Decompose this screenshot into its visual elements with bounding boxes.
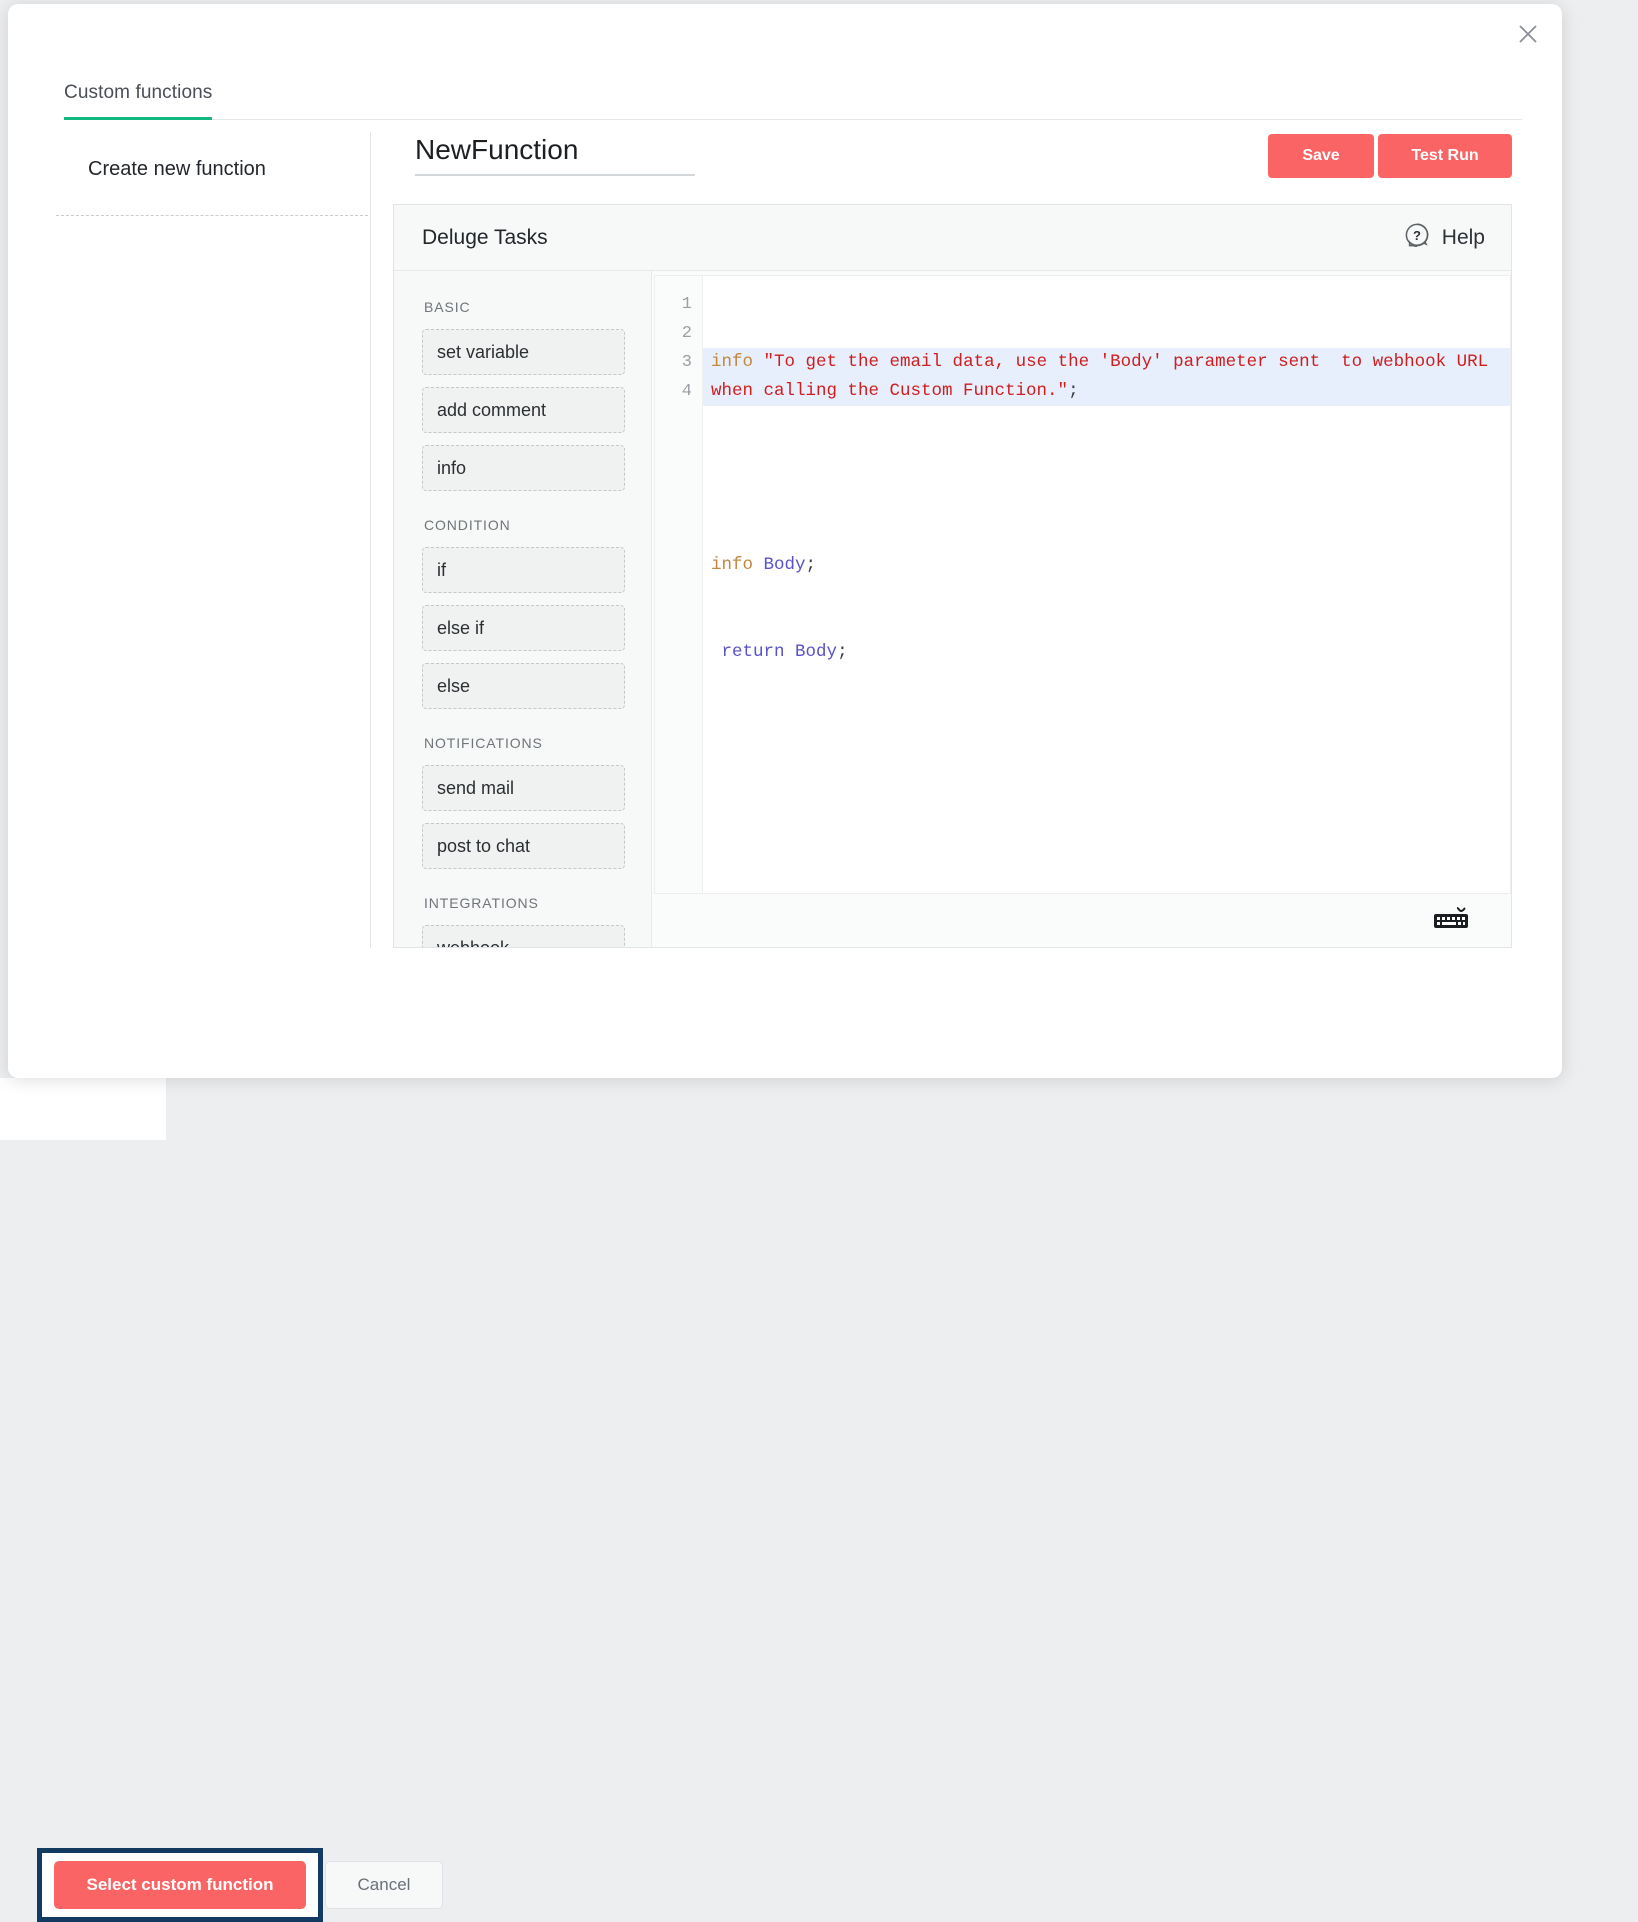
function-editor-panel: Save Test Run Deluge Tasks ? Help	[370, 132, 1522, 948]
code-token-semicolon: ;	[1068, 381, 1079, 401]
create-new-function-item[interactable]: Create new function	[88, 158, 266, 181]
code-token-semicolon: ;	[837, 642, 848, 662]
select-custom-function-highlight: Select custom function	[37, 1848, 323, 1922]
line-number: 4	[655, 377, 692, 406]
task-chip-else[interactable]: else	[422, 663, 625, 709]
code-line-3[interactable]: info Body;	[703, 551, 1510, 580]
line-number: 2	[655, 319, 692, 348]
task-chip-webhook[interactable]: webhook	[422, 925, 625, 947]
close-icon[interactable]	[1510, 16, 1546, 52]
code-token-semicolon: ;	[806, 555, 817, 575]
task-group-integrations: INTEGRATIONS webhook	[422, 895, 625, 947]
keyboard-icon[interactable]	[1433, 906, 1469, 935]
editor-body: BASIC set variable add comment info COND…	[394, 271, 1511, 947]
code-line-1[interactable]: info "To get the email data, use the 'Bo…	[703, 348, 1510, 406]
task-chip-post-to-chat[interactable]: post to chat	[422, 823, 625, 869]
code-token-keyword: return	[722, 642, 785, 662]
task-chip-set-variable[interactable]: set variable	[422, 329, 625, 375]
modal-footer: Select custom function Cancel	[0, 1010, 1638, 1140]
code-token-string: "To get the email data, use the 'Body' p…	[711, 352, 1499, 401]
code-space	[753, 555, 764, 575]
code-line-2[interactable]	[703, 464, 1510, 493]
task-chip-if[interactable]: if	[422, 547, 625, 593]
code-space	[753, 352, 764, 372]
code-token-function: info	[711, 555, 753, 575]
task-chip-add-comment[interactable]: add comment	[422, 387, 625, 433]
custom-functions-modal: Custom functions Create new function Sav…	[8, 4, 1562, 1078]
deluge-editor-card: Deluge Tasks ? Help	[393, 204, 1512, 948]
modal-tab-bar: Custom functions	[64, 82, 1522, 120]
task-chip-else-if[interactable]: else if	[422, 605, 625, 651]
code-token-variable: Body	[764, 555, 806, 575]
tab-custom-functions[interactable]: Custom functions	[64, 82, 212, 120]
task-group-title: NOTIFICATIONS	[424, 735, 625, 751]
editor-header: Deluge Tasks ? Help	[394, 205, 1511, 271]
code-lines[interactable]: info "To get the email data, use the 'Bo…	[703, 276, 1510, 893]
deluge-tasks-title: Deluge Tasks	[422, 226, 548, 250]
cancel-button[interactable]: Cancel	[325, 1861, 443, 1909]
code-space	[785, 642, 796, 662]
task-chip-send-mail[interactable]: send mail	[422, 765, 625, 811]
task-group-title: BASIC	[424, 299, 625, 315]
code-line-4[interactable]: return Body;	[703, 638, 1510, 667]
function-title-row: Save Test Run	[393, 132, 1522, 194]
line-number: 1	[655, 290, 692, 319]
task-chip-info[interactable]: info	[422, 445, 625, 491]
task-group-title: INTEGRATIONS	[424, 895, 625, 911]
code-surface[interactable]: 1 2 3 4 info "To get the email data, use…	[654, 275, 1511, 893]
task-group-title: CONDITION	[424, 517, 625, 533]
task-group-notifications: NOTIFICATIONS send mail post to chat	[422, 735, 625, 869]
code-token-function: info	[711, 352, 753, 372]
test-run-button[interactable]: Test Run	[1378, 134, 1512, 178]
function-name-input[interactable]	[415, 134, 695, 176]
code-area: 1 2 3 4 info "To get the email data, use…	[652, 271, 1511, 947]
help-label: Help	[1442, 226, 1485, 250]
line-number: 3	[655, 348, 692, 377]
svg-text:?: ?	[1413, 228, 1421, 243]
task-group-condition: CONDITION if else if else	[422, 517, 625, 709]
function-list-column: Create new function	[56, 132, 368, 216]
line-number-gutter: 1 2 3 4	[655, 276, 703, 893]
help-button[interactable]: ? Help	[1404, 222, 1485, 253]
deluge-tasks-sidebar[interactable]: BASIC set variable add comment info COND…	[394, 271, 652, 947]
save-button[interactable]: Save	[1268, 134, 1374, 178]
task-group-basic: BASIC set variable add comment info	[422, 299, 625, 491]
select-custom-function-button[interactable]: Select custom function	[54, 1861, 306, 1909]
question-mark-bubble-icon: ?	[1404, 222, 1430, 253]
code-token-variable: Body	[795, 642, 837, 662]
editor-footer	[654, 893, 1511, 947]
